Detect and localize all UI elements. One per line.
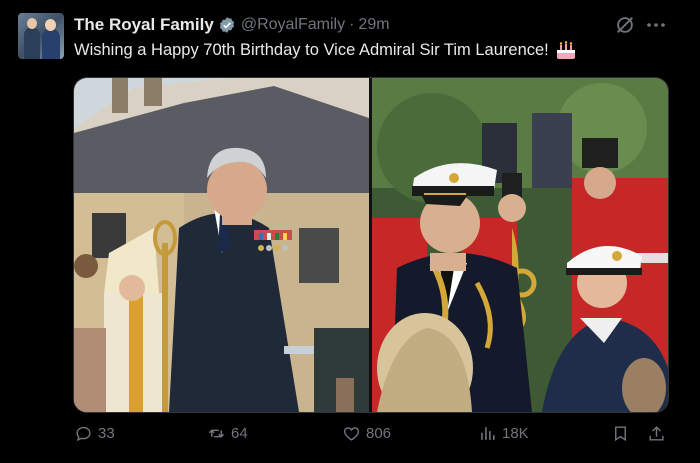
photo-tim-laurence[interactable] bbox=[74, 78, 369, 412]
grok-icon[interactable] bbox=[614, 14, 636, 36]
heart-icon bbox=[343, 427, 360, 441]
reply-button[interactable]: 33 bbox=[74, 424, 115, 443]
media-grid bbox=[73, 77, 669, 413]
repost-icon bbox=[208, 429, 225, 438]
views-button[interactable]: 18K bbox=[478, 424, 529, 443]
reply-icon bbox=[76, 426, 91, 442]
more-horizontal-icon[interactable] bbox=[644, 14, 668, 36]
repost-button[interactable]: 64 bbox=[207, 424, 248, 443]
photo-naval-uniform[interactable] bbox=[372, 78, 668, 412]
tweet-text: Wishing a Happy 70th Birthday to Vice Ad… bbox=[74, 40, 549, 59]
like-button[interactable]: 806 bbox=[342, 424, 391, 443]
tweet-text-row: Wishing a Happy 70th Birthday to Vice Ad… bbox=[74, 40, 577, 60]
views-count: 18K bbox=[502, 425, 529, 442]
separator: · bbox=[349, 16, 355, 33]
tweet[interactable]: The Royal Family @RoyalFamily · 29m Wish… bbox=[0, 0, 700, 463]
bookmark-icon bbox=[615, 426, 626, 442]
tweet-actions: 33 64 806 18K bbox=[0, 424, 700, 450]
like-count: 806 bbox=[366, 425, 392, 442]
share-button[interactable] bbox=[647, 424, 671, 443]
display-name[interactable]: The Royal Family bbox=[74, 15, 214, 35]
birthday-cake-icon bbox=[556, 41, 575, 59]
bookmark-button[interactable] bbox=[611, 424, 635, 443]
timestamp[interactable]: 29m bbox=[358, 16, 389, 34]
tweet-header: The Royal Family @RoyalFamily · 29m bbox=[74, 14, 390, 36]
views-icon bbox=[481, 427, 495, 440]
verified-badge-icon bbox=[219, 17, 234, 33]
repost-count: 64 bbox=[231, 425, 248, 442]
reply-count: 33 bbox=[98, 425, 115, 442]
handle[interactable]: @RoyalFamily bbox=[241, 16, 345, 34]
share-icon bbox=[649, 426, 664, 441]
avatar[interactable] bbox=[18, 13, 64, 59]
